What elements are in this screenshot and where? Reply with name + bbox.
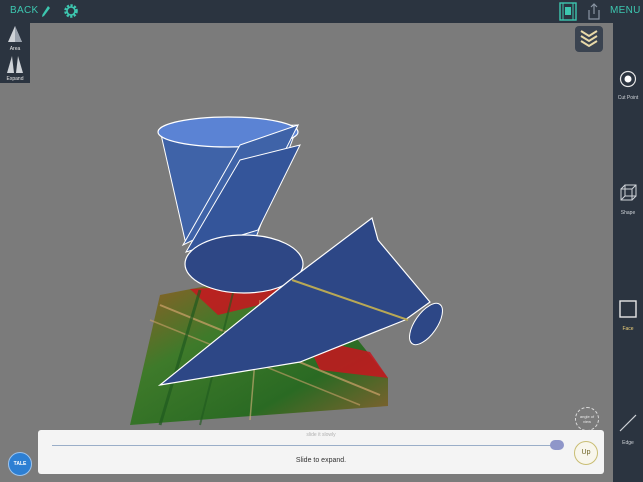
expand-tool[interactable]: Expand xyxy=(0,53,30,83)
slider-hint: slide it slowly xyxy=(306,432,336,438)
angle-of-view-button[interactable]: angle of view xyxy=(575,407,599,431)
expand-slider-panel: slide it slowly Slide to expand. Up xyxy=(38,430,604,474)
shape-label: Shape xyxy=(620,210,636,216)
square-icon xyxy=(619,300,637,318)
cube-icon xyxy=(620,184,637,201)
menu-button[interactable]: MENU xyxy=(610,5,641,16)
layers-icon xyxy=(580,30,598,48)
slide-instruction: Slide to expand. xyxy=(295,457,347,464)
area-tool[interactable]: Area xyxy=(0,23,30,53)
left-tool-panel: Area Expand xyxy=(0,23,30,83)
view-toggle-button[interactable] xyxy=(575,26,603,52)
film-icon[interactable] xyxy=(559,2,577,21)
area-icon xyxy=(8,26,22,42)
cone-shape[interactable] xyxy=(157,116,301,253)
cut-point-tool[interactable]: Cut Point xyxy=(613,70,643,101)
area-label: Area xyxy=(9,46,21,52)
globe-button[interactable]: TALE xyxy=(8,452,32,476)
3d-viewport[interactable] xyxy=(30,23,613,482)
expand-label: Expand xyxy=(6,76,24,82)
shape-tool[interactable]: Shape xyxy=(613,183,643,216)
edge-label: Edge xyxy=(622,440,634,446)
top-toolbar: BACK MENU xyxy=(0,0,643,23)
cut-point-label: Cut Point xyxy=(617,95,639,101)
gear-icon[interactable] xyxy=(62,2,80,20)
face-tool[interactable]: Face xyxy=(613,299,643,332)
expand-icon xyxy=(7,56,23,73)
up-button[interactable]: Up xyxy=(574,441,598,465)
back-button[interactable]: BACK xyxy=(10,5,38,16)
slider-thumb[interactable] xyxy=(549,440,564,450)
pencil-icon[interactable] xyxy=(41,5,51,18)
slider-track[interactable] xyxy=(52,445,562,446)
right-tool-panel: Cut Point Shape Face Edge xyxy=(613,23,643,482)
face-label: Face xyxy=(622,326,634,332)
cut-point-icon xyxy=(619,70,637,88)
edge-tool[interactable]: Edge xyxy=(613,413,643,446)
line-icon xyxy=(619,414,637,432)
share-icon[interactable] xyxy=(587,3,601,20)
